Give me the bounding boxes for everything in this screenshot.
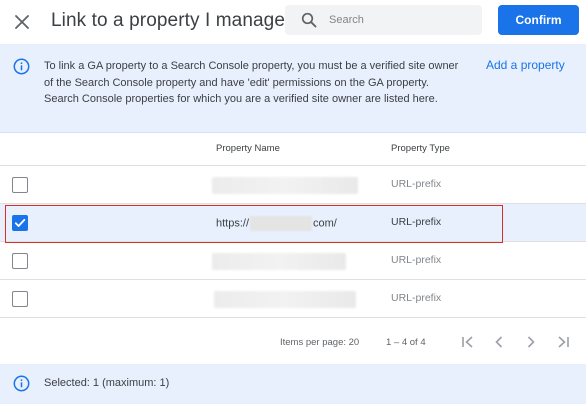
property-name: https:// com/	[216, 216, 337, 231]
info-icon	[13, 375, 30, 392]
search-icon	[301, 12, 317, 28]
search-box[interactable]	[285, 5, 482, 35]
row-checkbox[interactable]	[12, 253, 28, 269]
redacted-property-name	[212, 177, 358, 194]
column-header-property-name[interactable]: Property Name	[216, 143, 280, 154]
row-checkbox[interactable]	[12, 177, 28, 193]
first-page-icon	[462, 336, 473, 348]
column-header-property-type[interactable]: Property Type	[391, 143, 450, 154]
previous-page-button[interactable]	[489, 332, 509, 352]
info-banner: To link a GA property to a Search Consol…	[0, 44, 586, 133]
range-label: 1 – 4 of 4	[386, 337, 426, 348]
property-type: URL-prefix	[391, 254, 442, 266]
last-page-icon	[558, 336, 569, 348]
checkmark-icon	[14, 218, 26, 227]
last-page-button[interactable]	[553, 332, 573, 352]
table-header: Property Name Property Type	[0, 133, 586, 166]
property-type: URL-prefix	[391, 292, 442, 304]
next-page-button[interactable]	[521, 332, 541, 352]
dialog-title: Link to a property I manage	[51, 10, 286, 31]
dialog-header: Link to a property I manage Confirm	[0, 0, 586, 44]
row-checkbox[interactable]	[12, 291, 28, 307]
property-name-prefix: https://	[216, 217, 250, 230]
redacted-property-name	[212, 253, 346, 270]
table-row-selected[interactable]: https:// com/ URL-prefix	[0, 204, 586, 242]
property-type: URL-prefix	[391, 178, 442, 190]
table-row[interactable]: URL-prefix	[0, 242, 586, 280]
redacted-domain	[250, 216, 313, 231]
info-text: To link a GA property to a Search Consol…	[44, 60, 459, 105]
items-per-page-label[interactable]: Items per page: 20	[280, 337, 359, 348]
first-page-button[interactable]	[458, 332, 478, 352]
confirm-button[interactable]: Confirm	[498, 5, 579, 35]
info-icon	[13, 58, 30, 75]
selected-count-text: Selected: 1 (maximum: 1)	[44, 377, 170, 389]
add-property-link[interactable]: Add a property	[486, 58, 565, 72]
search-input[interactable]	[329, 5, 479, 35]
selection-footer: Selected: 1 (maximum: 1)	[0, 364, 586, 404]
table-row[interactable]: URL-prefix	[0, 280, 586, 318]
row-checkbox-checked[interactable]	[12, 215, 28, 231]
close-icon	[15, 15, 29, 29]
prev-page-icon	[495, 336, 503, 348]
property-type: URL-prefix	[391, 216, 442, 228]
pagination-bar: Items per page: 20 1 – 4 of 4	[0, 320, 586, 364]
next-page-icon	[527, 336, 535, 348]
close-button[interactable]	[10, 10, 34, 34]
redacted-property-name	[214, 291, 356, 308]
property-name-suffix: com/	[313, 217, 337, 230]
table-row[interactable]: URL-prefix	[0, 166, 586, 204]
